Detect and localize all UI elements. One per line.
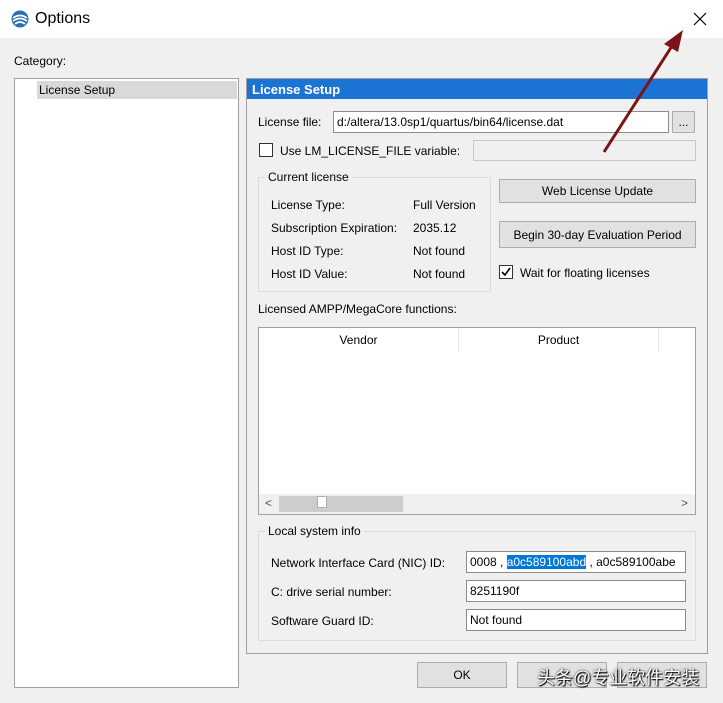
- horizontal-scrollbar[interactable]: < >: [259, 494, 695, 514]
- use-lm-input[interactable]: [473, 140, 696, 161]
- software-guard-label: Software Guard ID:: [271, 614, 374, 628]
- current-license-group: Current license License Type: Full Versi…: [258, 170, 491, 292]
- begin-evaluation-button[interactable]: Begin 30-day Evaluation Period: [499, 221, 696, 248]
- drive-serial-field[interactable]: 8251190f: [466, 580, 686, 602]
- license-file-label: License file:: [258, 115, 322, 129]
- local-system-group: Local system info Network Interface Card…: [258, 524, 696, 641]
- tree-item-license-setup[interactable]: License Setup: [37, 81, 237, 99]
- category-tree[interactable]: License Setup: [14, 78, 239, 688]
- wait-floating-label: Wait for floating licenses: [520, 266, 650, 280]
- current-license-title: Current license: [265, 170, 352, 184]
- use-lm-label: Use LM_LICENSE_FILE variable:: [280, 144, 461, 158]
- panel-header: License Setup: [247, 79, 707, 99]
- column-header-product[interactable]: Product: [459, 328, 659, 352]
- close-icon: [693, 12, 707, 26]
- nic-field[interactable]: 0008 , a0c589100abd , a0c589100abe: [466, 551, 686, 573]
- use-lm-checkbox[interactable]: [259, 143, 273, 157]
- nic-selected-text: a0c589100abd: [506, 555, 587, 569]
- ampp-list[interactable]: Vendor Product < >: [258, 327, 696, 515]
- license-file-input[interactable]: d:/altera/13.0sp1/quartus/bin64/license.…: [333, 111, 669, 133]
- drive-serial-label: C: drive serial number:: [271, 585, 392, 599]
- quartus-globe-icon: [11, 10, 29, 28]
- scroll-right-icon[interactable]: >: [681, 496, 688, 510]
- host-id-type-value: Not found: [413, 244, 466, 258]
- subscription-expiration-label: Subscription Expiration:: [271, 221, 398, 235]
- ok-button[interactable]: OK: [417, 662, 507, 688]
- license-setup-panel: License Setup License file: d:/altera/13…: [246, 78, 708, 654]
- host-id-type-label: Host ID Type:: [271, 244, 344, 258]
- scrollbar-thumb[interactable]: [279, 496, 403, 512]
- scrollbar-grip[interactable]: [317, 496, 327, 508]
- license-type-label: License Type:: [271, 198, 345, 212]
- nic-prefix: 0008 ,: [470, 555, 507, 569]
- window-title: Options: [35, 10, 91, 27]
- host-id-value-value: Not found: [413, 267, 466, 281]
- ampp-label: Licensed AMPP/MegaCore functions:: [258, 302, 457, 316]
- nic-suffix: , a0c589100abe: [586, 555, 676, 569]
- close-button[interactable]: [677, 0, 723, 38]
- title-bar: Options: [0, 0, 723, 38]
- scroll-left-icon[interactable]: <: [265, 496, 272, 510]
- host-id-value-label: Host ID Value:: [271, 267, 348, 281]
- subscription-expiration-value: 2035.12: [413, 221, 457, 235]
- column-header-vendor[interactable]: Vendor: [259, 328, 459, 352]
- checkmark-icon: [501, 267, 511, 277]
- watermark-text: 头条@专业软件安装: [537, 668, 700, 688]
- web-license-update-button[interactable]: Web License Update: [499, 179, 696, 203]
- category-label: Category:: [14, 54, 67, 68]
- nic-label: Network Interface Card (NIC) ID:: [271, 556, 446, 570]
- wait-floating-checkbox[interactable]: [499, 265, 513, 279]
- software-guard-field[interactable]: Not found: [466, 609, 686, 631]
- local-system-title: Local system info: [265, 524, 364, 538]
- browse-button[interactable]: ...: [672, 111, 695, 133]
- license-type-value: Full Version: [413, 198, 476, 212]
